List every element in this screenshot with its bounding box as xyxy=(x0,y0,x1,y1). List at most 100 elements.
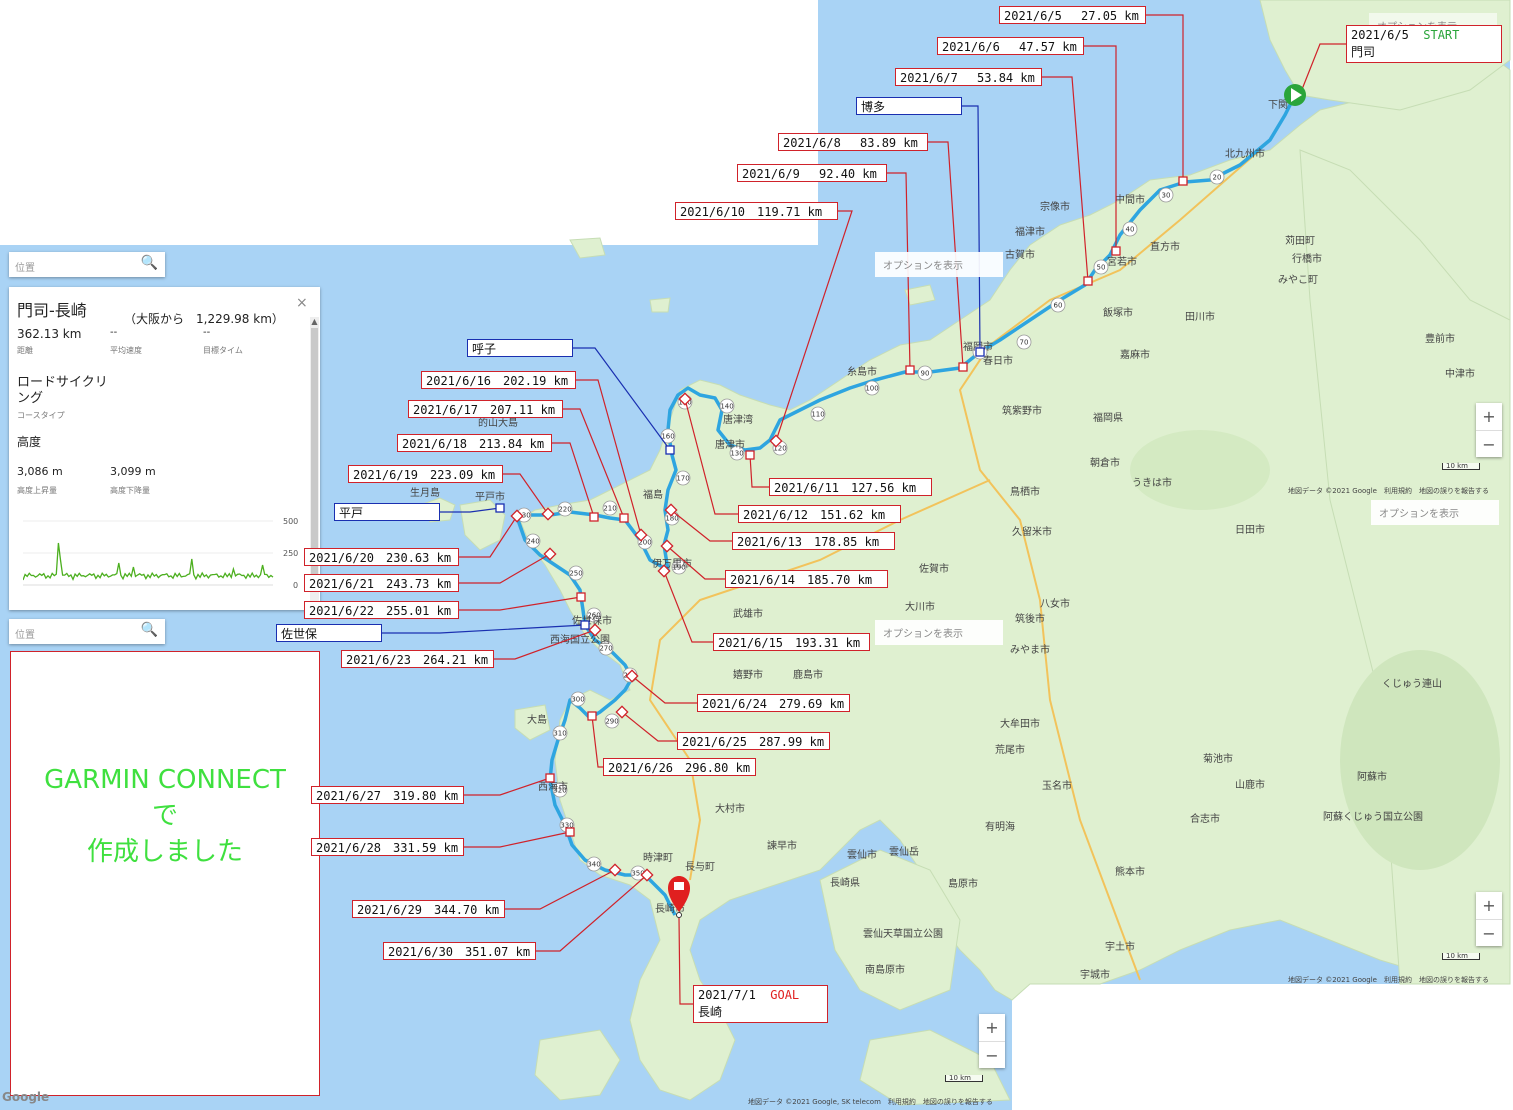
map-place-name: 荒尾市 xyxy=(995,743,1025,756)
map-place-name: 福島 xyxy=(643,488,663,501)
route-info-panel: 門司-長崎 （大阪から 1,229.98 km） × 362.13 km 距離 … xyxy=(9,287,320,610)
zoom-out-button[interactable]: − xyxy=(1476,919,1502,947)
map-place-name: 鹿島市 xyxy=(793,668,823,681)
waypoint-marker[interactable] xyxy=(576,592,586,602)
waypoint-marker[interactable] xyxy=(1178,176,1188,186)
map-place-name: 八女市 xyxy=(1040,597,1070,610)
waypoint-marker[interactable] xyxy=(958,362,968,372)
map-place-name: 大島 xyxy=(527,713,547,726)
search-icon[interactable]: 🔍 xyxy=(141,622,158,638)
start-tag: START xyxy=(1423,28,1460,42)
close-icon[interactable]: × xyxy=(296,295,308,311)
map-place-name: 長崎県 xyxy=(830,876,860,889)
course-type-label: コースタイプ xyxy=(17,411,65,420)
zoom-control[interactable]: + − xyxy=(1476,403,1502,457)
route-distance-marker-text: 40 xyxy=(1126,226,1135,234)
map-place-name: 筑後市 xyxy=(1015,612,1045,625)
map-place-name: 中間市 xyxy=(1115,193,1145,206)
route-distance-marker-text: 20 xyxy=(1213,174,1222,182)
route-distance-marker: 210 xyxy=(602,500,618,516)
waypoint-marker[interactable] xyxy=(587,711,597,721)
waypoint-marker[interactable] xyxy=(1111,246,1121,256)
garmin-connect-note: GARMIN CONNECT で 作成しました xyxy=(10,651,320,1096)
show-options-button[interactable]: オプションを表示 xyxy=(875,620,1003,645)
show-options-button[interactable]: オプションを表示 xyxy=(875,252,1003,277)
show-options-button[interactable]: オプションを表示 xyxy=(1371,500,1499,525)
day-label: 2021/6/30 351.07 km xyxy=(383,942,536,960)
day-label: 2021/6/6 47.57 km xyxy=(937,37,1084,55)
zoom-in-button[interactable]: + xyxy=(1476,892,1502,919)
map-place-name: 糸島市 xyxy=(847,365,877,378)
place-waypoint-marker[interactable] xyxy=(665,445,675,455)
place-label-hakata: 博多 xyxy=(856,97,962,115)
place-label-hirado: 平戸 xyxy=(334,503,440,521)
zoom-control[interactable]: + − xyxy=(979,1014,1005,1068)
zoom-in-button[interactable]: + xyxy=(1476,403,1502,430)
map-attribution[interactable]: 地図データ ©2021 Google 利用規約 地図の誤りを報告する xyxy=(1288,975,1489,985)
waypoint-marker[interactable] xyxy=(619,513,629,523)
map-attribution[interactable]: 地図データ ©2021 Google, SK telecom 利用規約 地図の誤… xyxy=(748,1097,993,1107)
day-label: 2021/6/21 243.73 km xyxy=(304,574,459,592)
day-label: 2021/6/27 319.80 km xyxy=(311,786,464,804)
scale-bar: 10 km xyxy=(945,1075,983,1082)
ascent-value: 3,086 m xyxy=(17,465,63,478)
route-distance-marker: 300 xyxy=(570,691,586,707)
garmin-note-line3: 作成しました xyxy=(86,837,243,867)
route-distance-marker-text: 250 xyxy=(569,570,582,578)
start-place: 門司 xyxy=(1351,45,1376,59)
route-distance-marker-text: 220 xyxy=(558,506,571,514)
route-distance-marker-text: 170 xyxy=(676,475,689,483)
place-waypoint-marker[interactable] xyxy=(975,347,985,357)
scroll-up-icon[interactable]: ▲ xyxy=(310,317,319,326)
map-place-name: 福岡県 xyxy=(1093,411,1123,424)
place-waypoint-marker[interactable] xyxy=(580,620,590,630)
route-distance-marker: 310 xyxy=(552,725,568,741)
target-time-value: -- xyxy=(203,327,211,338)
garmin-note-line2: で xyxy=(151,801,178,831)
map-place-name: 雲仙市 xyxy=(847,848,877,861)
map-place-name: 島原市 xyxy=(948,877,978,890)
day-label: 2021/6/28 331.59 km xyxy=(311,838,464,856)
route-distance-marker: 290 xyxy=(604,713,620,729)
map-place-name: くじゅう連山 xyxy=(1382,677,1442,690)
waypoint-marker[interactable] xyxy=(1083,276,1093,286)
search-icon[interactable]: 🔍 xyxy=(141,255,158,271)
waypoint-marker[interactable] xyxy=(905,365,915,375)
zoom-in-button[interactable]: + xyxy=(979,1014,1005,1041)
zoom-out-button[interactable]: − xyxy=(979,1041,1005,1069)
map-place-name: 雲仙天草国立公園 xyxy=(863,927,943,940)
zoom-out-button[interactable]: − xyxy=(1476,430,1502,458)
map-place-name: 時津町 xyxy=(643,852,673,864)
garmin-note-line1: GARMIN CONNECT xyxy=(44,765,286,795)
map-place-name: 平戸市 xyxy=(475,490,505,503)
map-place-name: 久留米市 xyxy=(1012,525,1052,538)
waypoint-marker[interactable] xyxy=(589,512,599,522)
map-place-name: 阿蘇くじゅう国立公園 xyxy=(1323,810,1423,823)
elevation-chart[interactable]: 500 250 0 xyxy=(23,513,313,593)
map-place-name: 直方市 xyxy=(1150,240,1180,253)
map-place-name: 長与町 xyxy=(685,861,715,873)
route-distance-marker-text: 290 xyxy=(605,718,618,726)
scroll-thumb[interactable] xyxy=(311,328,318,578)
start-marker-icon[interactable] xyxy=(1284,84,1306,106)
map-attribution[interactable]: 地図データ ©2021 Google 利用規約 地図の誤りを報告する xyxy=(1288,486,1489,496)
map-place-name: 鳥栖市 xyxy=(1010,485,1040,498)
waypoint-marker[interactable] xyxy=(745,450,755,460)
route-distance-marker: 30 xyxy=(1158,187,1174,203)
waypoint-marker[interactable] xyxy=(565,827,575,837)
map-place-name: 熊本市 xyxy=(1115,865,1145,878)
zoom-control[interactable]: + − xyxy=(1476,892,1502,946)
day-label: 2021/6/17 207.11 km xyxy=(408,400,563,418)
day-label: 2021/6/19 223.09 km xyxy=(348,465,503,483)
route-distance-marker-text: 110 xyxy=(811,411,824,419)
route-distance-marker-text: 210 xyxy=(603,505,616,513)
search-input[interactable]: 位置 🔍 xyxy=(9,252,165,277)
route-distance-marker: 100 xyxy=(864,380,880,396)
route-distance-marker-text: 300 xyxy=(571,696,584,704)
day-label: 2021/6/15 193.31 km xyxy=(713,633,870,651)
map-place-name: 生月島 xyxy=(410,486,440,499)
waypoint-marker[interactable] xyxy=(545,773,555,783)
place-waypoint-marker[interactable] xyxy=(495,503,505,513)
route-distance-marker-text: 160 xyxy=(661,433,674,441)
second-search-input[interactable]: 位置 🔍 xyxy=(9,619,165,644)
